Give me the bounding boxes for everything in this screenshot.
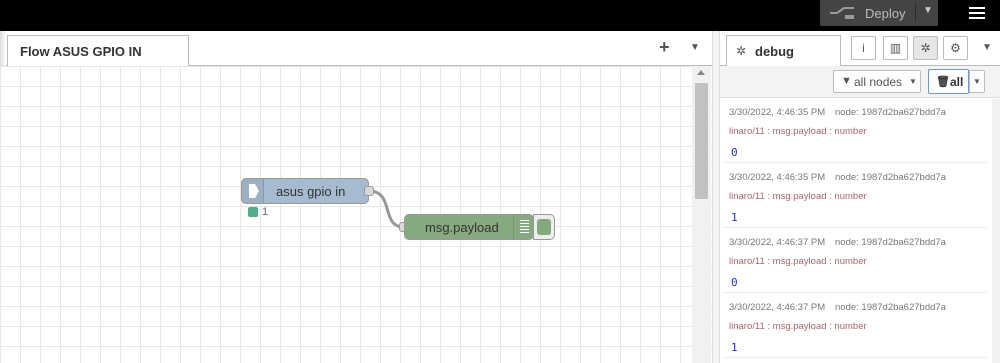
- sidebar-tabs: ✲ debug i ▥ ✲ ⚙ ▼: [720, 31, 1000, 67]
- debug-toolbar: ▼ all nodes ▼ 🗑 all ▼: [720, 66, 1000, 98]
- debug-message: 3/30/2022, 4:46:35 PM node: 1987d2ba627b…: [723, 99, 988, 163]
- gear-icon[interactable]: ⚙: [943, 36, 968, 60]
- canvas-scrollbar[interactable]: [692, 66, 711, 363]
- filter-nodes-button[interactable]: ▼ all nodes ▼: [833, 70, 921, 93]
- input-node-icon: [242, 179, 264, 203]
- message-topic: linaro/11 : msg.payload : number: [729, 191, 867, 202]
- chevron-down-icon: ▼: [909, 77, 917, 86]
- main-menu-icon[interactable]: [962, 4, 992, 24]
- filter-icon: ▼: [841, 75, 852, 87]
- input-node-label: asus gpio in: [276, 184, 346, 199]
- scroll-up-icon[interactable]: [697, 70, 705, 75]
- node-status-text: 1: [262, 206, 269, 218]
- message-timestamp: 3/30/2022, 4:46:35 PM: [729, 107, 826, 118]
- clear-label: all: [950, 75, 964, 89]
- bug-icon: ✲: [736, 44, 747, 58]
- debug-message: 3/30/2022, 4:46:37 PM node: 1987d2ba627b…: [723, 229, 988, 293]
- message-value[interactable]: 0: [731, 276, 738, 289]
- message-topic: linaro/11 : msg.payload : number: [729, 321, 867, 332]
- message-timestamp: 3/30/2022, 4:46:35 PM: [729, 172, 826, 183]
- tab-debug[interactable]: ✲ debug: [726, 35, 841, 67]
- debug-message: 3/30/2022, 4:46:35 PM node: 1987d2ba627b…: [723, 164, 988, 228]
- message-node-link[interactable]: node: 1987d2ba627bdd7a: [835, 302, 946, 313]
- deploy-icon: [830, 7, 854, 19]
- debug-node-label: msg.payload: [425, 220, 499, 235]
- message-value[interactable]: 1: [731, 211, 738, 224]
- sidebar-scrollbar[interactable]: [992, 99, 1000, 363]
- deploy-button[interactable]: Deploy ▼: [820, 0, 938, 26]
- message-timestamp: 3/30/2022, 4:46:37 PM: [729, 237, 826, 248]
- message-node-link[interactable]: node: 1987d2ba627bdd7a: [835, 172, 946, 183]
- debug-bug-icon[interactable]: ✲: [913, 36, 938, 60]
- sidebar-splitter[interactable]: [712, 31, 720, 363]
- deploy-label: Deploy: [865, 6, 906, 21]
- gpio-input-node[interactable]: asus gpio in: [241, 178, 369, 204]
- debug-message: 3/30/2022, 4:46:37 PM node: 1987d2ba627b…: [723, 294, 988, 358]
- debug-message-list: 3/30/2022, 4:46:35 PM node: 1987d2ba627b…: [720, 99, 992, 363]
- clear-options-icon[interactable]: ▼: [969, 70, 985, 93]
- scrollbar-thumb[interactable]: [695, 83, 708, 199]
- output-port[interactable]: [364, 186, 374, 196]
- debug-toggle-button[interactable]: [533, 214, 555, 240]
- message-node-link[interactable]: node: 1987d2ba627bdd7a: [835, 107, 946, 118]
- book-icon[interactable]: ▥: [883, 36, 908, 60]
- sidebar: ✲ debug i ▥ ✲ ⚙ ▼ ▼ all nodes ▼ 🗑 all ▼ …: [720, 31, 1000, 363]
- message-topic: linaro/11 : msg.payload : number: [729, 256, 867, 267]
- message-value[interactable]: 0: [731, 146, 738, 159]
- node-status-icon: [248, 207, 258, 217]
- message-value[interactable]: 1: [731, 341, 738, 354]
- message-timestamp: 3/30/2022, 4:46:37 PM: [729, 302, 826, 313]
- message-node-link[interactable]: node: 1987d2ba627bdd7a: [835, 237, 946, 248]
- debug-tab-label: debug: [755, 44, 794, 59]
- filter-label: all nodes: [854, 75, 903, 89]
- trash-icon: 🗑: [936, 76, 950, 88]
- list-icon: [513, 215, 534, 239]
- deploy-separator: [915, 4, 916, 22]
- deploy-dropdown-icon[interactable]: ▼: [923, 5, 933, 16]
- sidebar-more-icon[interactable]: ▼: [982, 42, 992, 53]
- debug-node[interactable]: msg.payload: [404, 214, 534, 240]
- message-topic: linaro/11 : msg.payload : number: [729, 126, 867, 137]
- info-icon[interactable]: i: [851, 36, 876, 60]
- clear-messages-button[interactable]: 🗑 all: [928, 69, 969, 94]
